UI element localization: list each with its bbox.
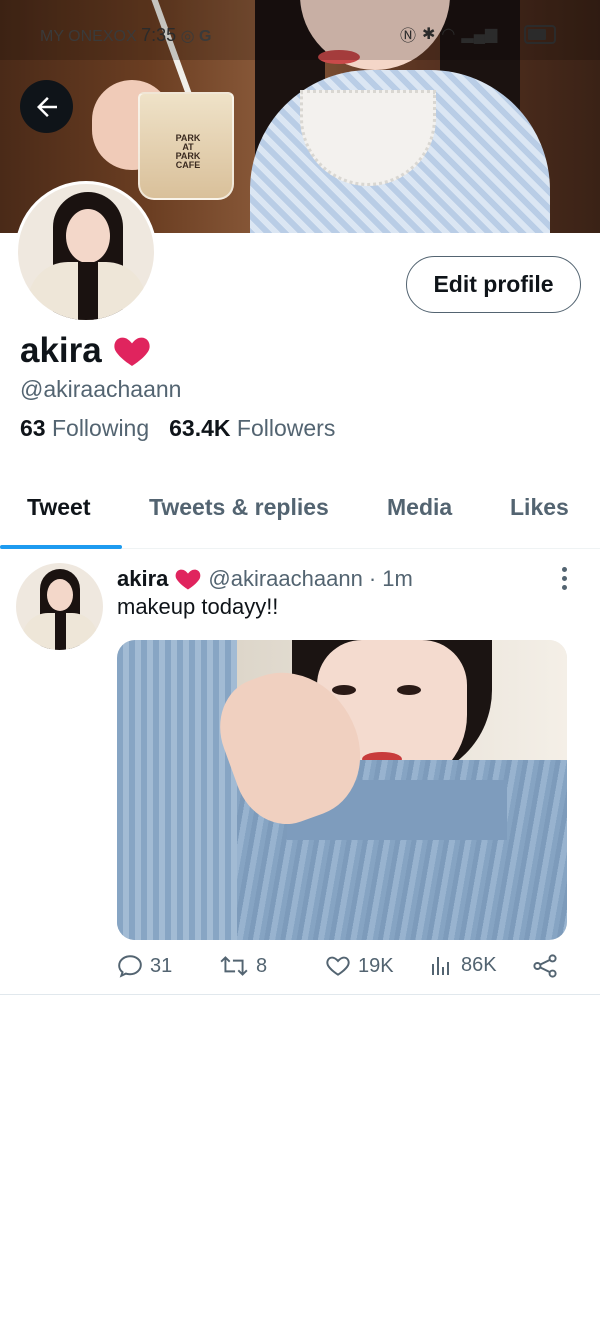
tweet-header: akira @akiraachaann · 1m [117, 565, 413, 593]
following-count: 63 [20, 415, 46, 441]
like-button[interactable]: 19K [325, 953, 394, 979]
google-icon: G [199, 28, 212, 45]
wifi-icon: ◠ [441, 26, 456, 43]
followers-link[interactable]: 63.4K Followers [169, 415, 335, 442]
retweet-icon [220, 956, 248, 976]
heart-outline-icon [326, 956, 350, 976]
followers-count: 63.4K [169, 415, 231, 441]
tweet-actions: 31 8 19K 86K [117, 953, 567, 983]
share-button[interactable] [532, 953, 558, 979]
back-button[interactable] [20, 80, 73, 133]
reply-count: 31 [150, 954, 173, 977]
carrier-name: MY ONEXOX [40, 28, 137, 45]
banner-cup-label: PARK AT PARK CAFE [175, 133, 201, 170]
tweet-author-name[interactable]: akira [117, 566, 168, 592]
status-left: MY ONEXOX 7:35 ◎ G [40, 25, 211, 46]
profile-tabs: Tweet Tweets & replies Media Likes [0, 470, 600, 549]
profile-name: akira [20, 331, 102, 370]
more-options-icon[interactable] [557, 567, 571, 597]
retweet-button[interactable]: 8 [219, 953, 267, 979]
tweet-item[interactable]: akira @akiraachaann · 1m makeup todayy!!… [0, 549, 600, 995]
profile-handle: @akiraachaann [20, 376, 182, 402]
like-count: 19K [358, 954, 394, 977]
battery-icon [524, 25, 556, 44]
red-heart-icon [176, 569, 201, 590]
views-button[interactable]: 86K [430, 953, 497, 977]
tab-likes[interactable]: Likes [510, 494, 569, 521]
media-eye-left [332, 685, 356, 695]
followers-label: Followers [236, 415, 336, 441]
red-heart-icon [114, 337, 150, 366]
following-link[interactable]: 63 Following [20, 415, 149, 442]
profile-name-row: akira [20, 331, 152, 371]
follow-stats: 63 Following 63.4K Followers [20, 415, 335, 442]
tab-tweets-and-replies[interactable]: Tweets & replies [149, 494, 329, 521]
bluetooth-icon: ✱ [422, 26, 436, 43]
tweet-media-image[interactable] [117, 640, 567, 940]
tweet-time: · 1m [368, 566, 413, 591]
nfc-icon: Ⓝ [400, 28, 417, 45]
tweet-avatar[interactable] [16, 563, 103, 650]
media-eye-right [397, 685, 421, 695]
share-icon [533, 954, 557, 978]
tweet-author-handle[interactable]: @akiraachaann [208, 566, 362, 592]
status-bar: MY ONEXOX 7:35 ◎ G Ⓝ ✱ ◠ ▂▄▆ [0, 0, 600, 60]
signal-icon: ▂▄▆ [461, 26, 498, 43]
tweet-text: makeup todayy!! [117, 594, 279, 619]
retweet-count: 8 [256, 954, 268, 977]
status-icons: Ⓝ ✱ ◠ ▂▄▆ [400, 22, 497, 46]
following-label: Following [51, 415, 150, 441]
arrow-left-icon [36, 96, 57, 117]
edit-profile-button[interactable]: Edit profile [406, 256, 581, 313]
reply-button[interactable]: 31 [117, 953, 172, 979]
views-count: 86K [461, 953, 497, 976]
instagram-icon: ◎ [180, 28, 195, 45]
media-arm [117, 640, 237, 940]
profile-avatar[interactable] [15, 181, 157, 323]
tab-media[interactable]: Media [387, 494, 452, 521]
analytics-bars-icon [432, 957, 449, 975]
reply-icon [118, 955, 142, 978]
tab-tweets[interactable]: Tweet [27, 494, 90, 521]
status-time: 7:35 [141, 25, 177, 45]
avatar-image [18, 184, 154, 320]
